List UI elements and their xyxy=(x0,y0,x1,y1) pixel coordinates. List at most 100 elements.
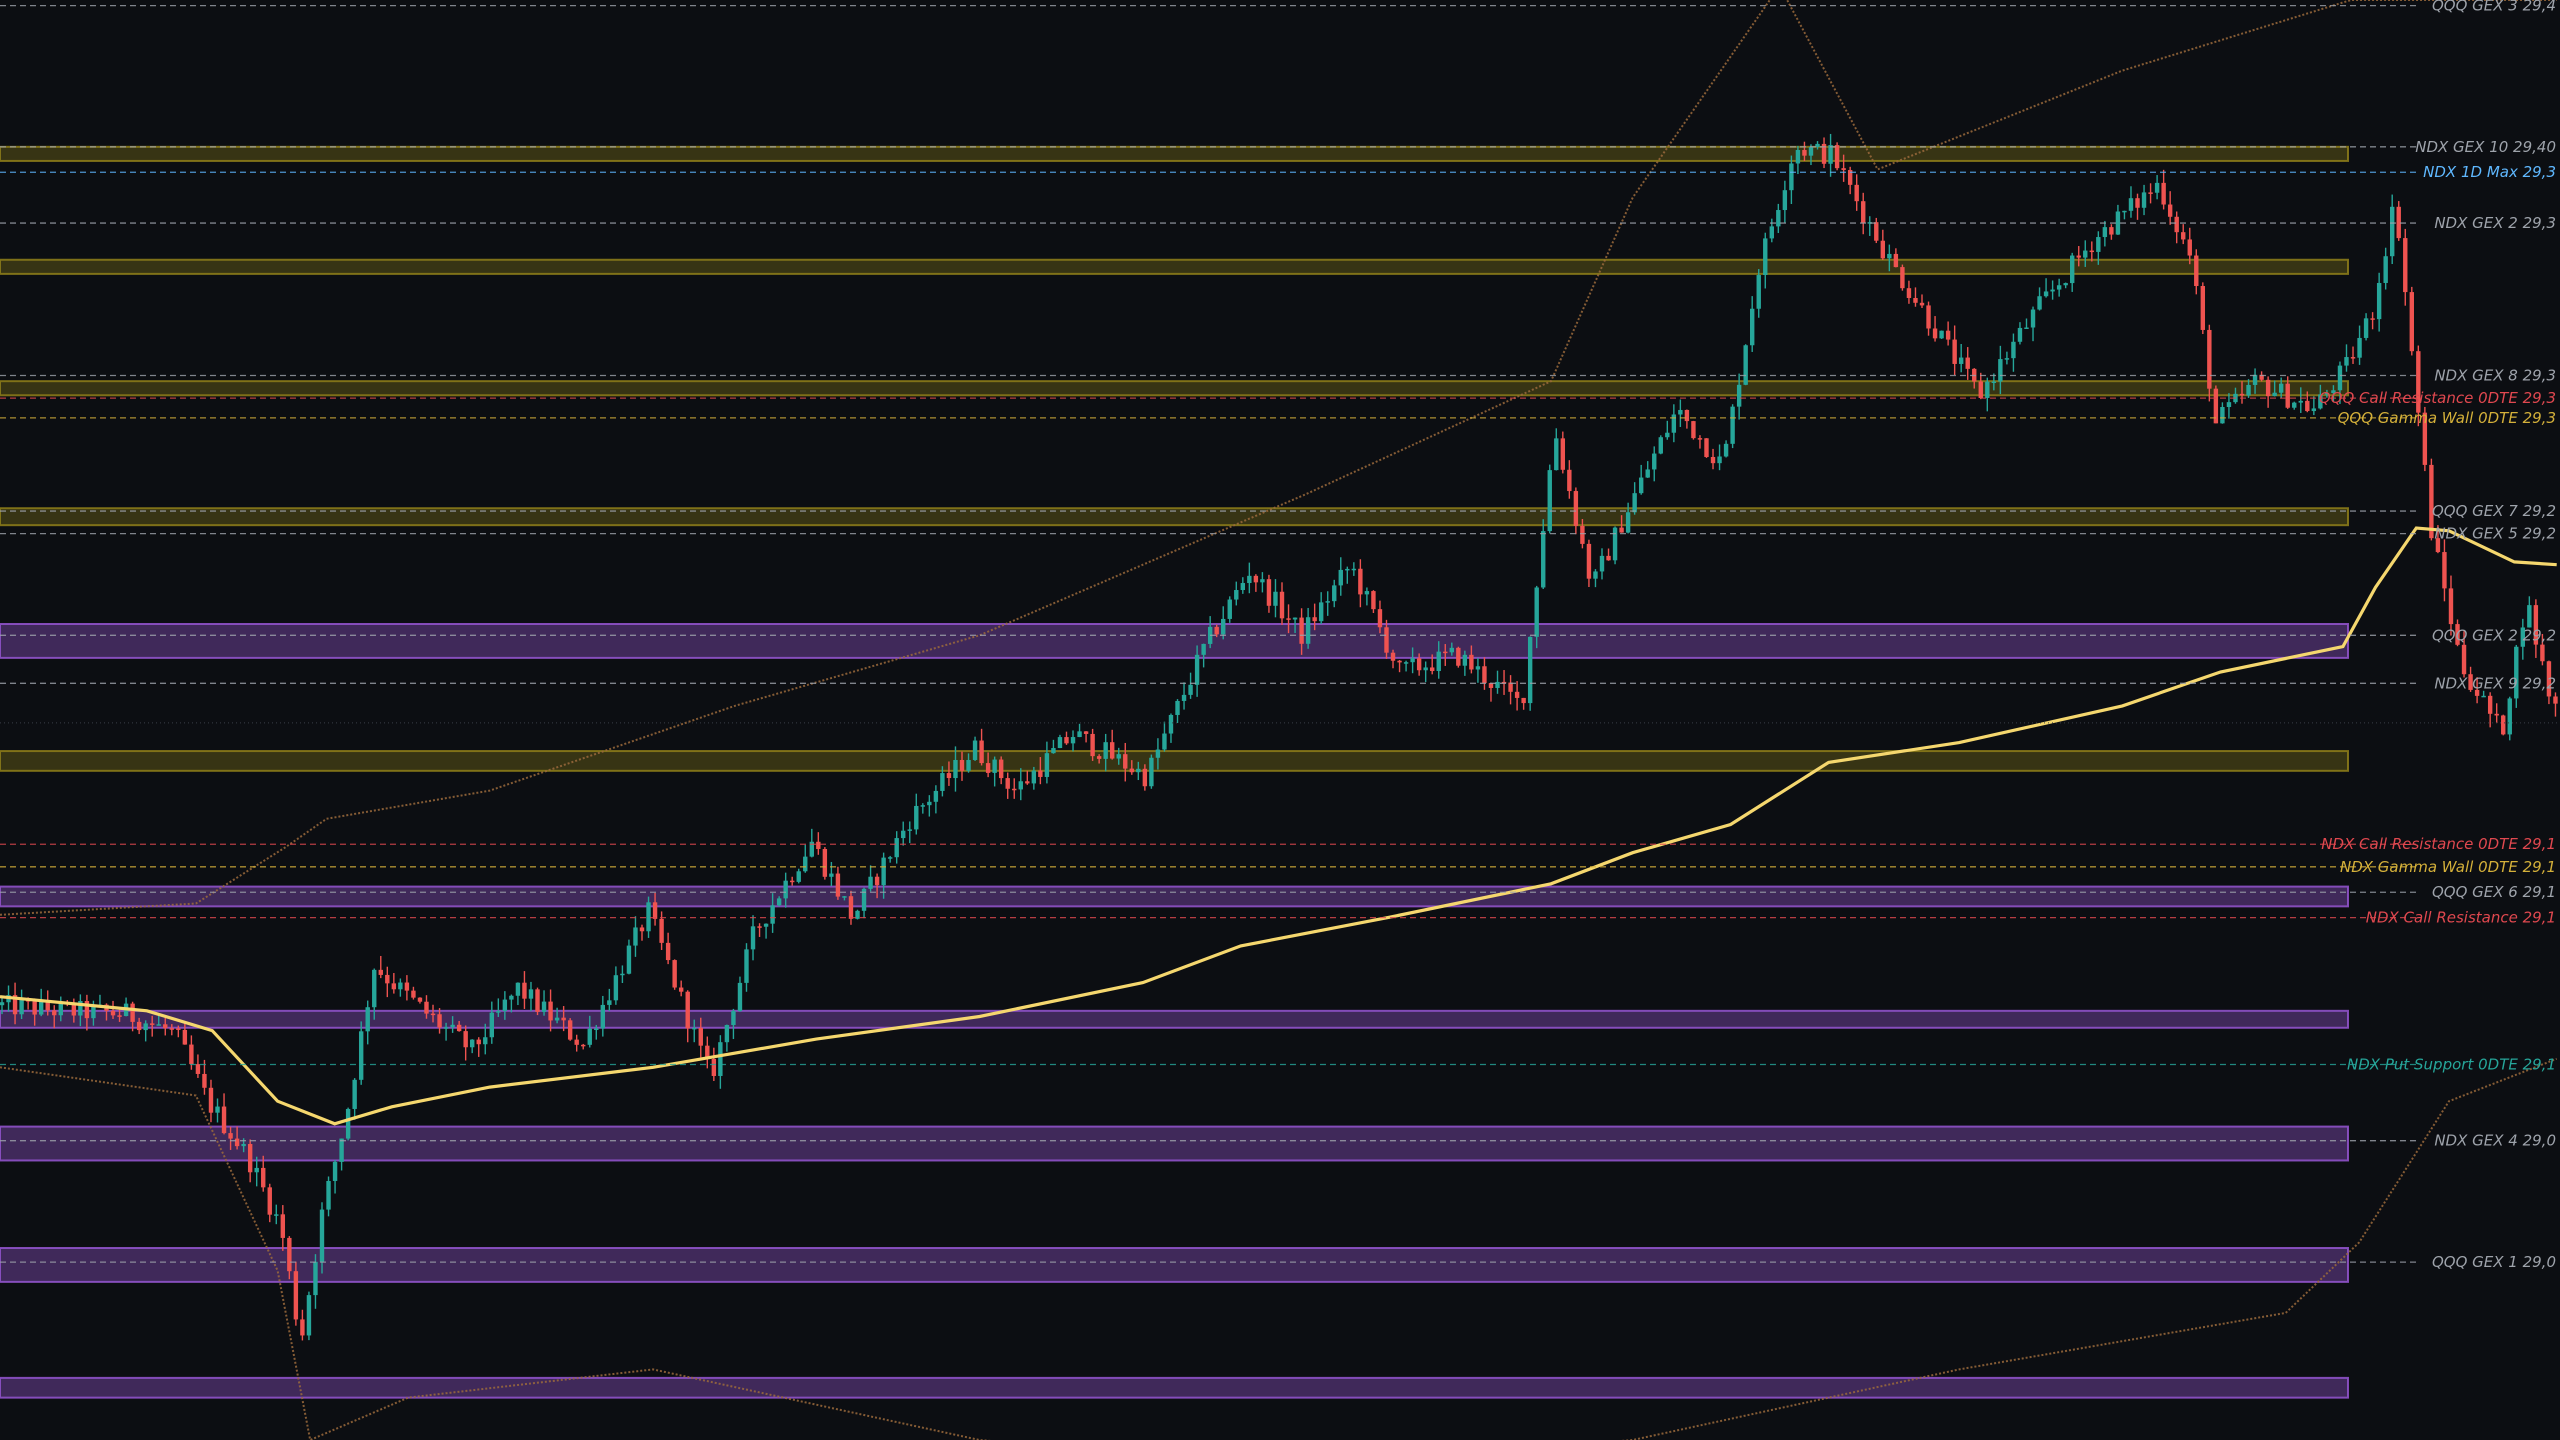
candle-body xyxy=(1070,737,1076,744)
candle-body xyxy=(626,945,632,974)
candle-body xyxy=(1704,438,1709,457)
candle-body xyxy=(1482,666,1487,684)
candle-body xyxy=(1449,647,1454,653)
candle-body xyxy=(1965,357,1970,369)
candle-body xyxy=(1286,618,1291,620)
candle-body xyxy=(1142,768,1148,787)
candle-body xyxy=(1129,768,1134,773)
candle-body xyxy=(796,871,801,882)
candle-body xyxy=(463,1031,468,1048)
candle-body xyxy=(385,974,390,984)
candle-body xyxy=(1456,647,1461,666)
candle-body xyxy=(1678,409,1683,415)
candle-body xyxy=(535,989,540,1012)
candle-body xyxy=(1593,571,1598,579)
candle-body xyxy=(1586,543,1592,579)
level-label: NDX GEX 4 29,0 xyxy=(2434,1132,2556,1150)
candle-body xyxy=(822,848,828,877)
candle-body xyxy=(2442,552,2447,589)
candle-body xyxy=(443,1027,449,1029)
candle-body xyxy=(1110,742,1115,759)
candle-body xyxy=(326,1180,331,1210)
candle-body xyxy=(189,1044,194,1065)
candle-body xyxy=(156,1024,161,1026)
candle-body xyxy=(2501,715,2506,735)
candle-body xyxy=(71,1003,77,1016)
level-label: NDX GEX 9 29,2 xyxy=(2434,674,2556,692)
candle-body xyxy=(2370,318,2375,320)
candle-body xyxy=(561,1017,566,1021)
candle-body xyxy=(1371,591,1376,610)
candle-body xyxy=(659,918,664,943)
candle-body xyxy=(2337,365,2343,391)
candle-body xyxy=(1665,432,1670,438)
candle-body xyxy=(2089,250,2094,253)
candle-body xyxy=(1416,658,1422,671)
zone-gold-2 xyxy=(0,380,2349,397)
candle-body xyxy=(2265,379,2271,397)
candle-body xyxy=(2148,192,2153,194)
candle-body xyxy=(1292,617,1298,620)
candle-body xyxy=(1443,651,1448,654)
candle-body xyxy=(639,927,645,932)
candle-body xyxy=(2030,309,2036,328)
candle-body xyxy=(2096,237,2101,252)
candle-body xyxy=(620,973,625,976)
candle-body xyxy=(502,999,508,1012)
candle-body xyxy=(1031,770,1037,784)
candle-body xyxy=(332,1161,338,1181)
candle-body xyxy=(450,1024,455,1028)
candle-body xyxy=(1978,381,1983,399)
zone-purple-6 xyxy=(0,885,2349,908)
candle-body xyxy=(1952,339,1957,364)
level-label: NDX Gamma Wall 0DTE 29,1 xyxy=(2340,858,2556,876)
candle-body xyxy=(953,759,958,779)
candle-body xyxy=(234,1138,240,1147)
candle-body xyxy=(1325,601,1330,603)
candle-body xyxy=(1580,525,1585,544)
candle-body xyxy=(182,1029,188,1045)
candle-body xyxy=(1691,421,1696,439)
candle-body xyxy=(2083,250,2088,258)
candle-body xyxy=(280,1214,286,1238)
candle-body xyxy=(1475,666,1481,670)
candle-body xyxy=(1423,667,1428,671)
candle-body xyxy=(678,987,684,992)
candle-body xyxy=(1645,469,1650,478)
candle-body xyxy=(1880,240,1886,259)
candle-body xyxy=(979,740,984,764)
candle-body xyxy=(274,1214,279,1216)
candle-body xyxy=(1279,591,1285,619)
candle-body xyxy=(574,1039,579,1045)
candle-body xyxy=(1253,575,1259,583)
level-label: NDX Call Resistance 0DTE 29,1 xyxy=(2321,835,2556,853)
candle-body xyxy=(790,880,795,883)
candle-body xyxy=(1260,579,1265,583)
candle-body xyxy=(509,995,514,1000)
candle-body xyxy=(594,1028,599,1031)
candle-body xyxy=(130,1003,135,1022)
candle-body xyxy=(2004,358,2010,360)
level-label: QQQ GEX 1 29,0 xyxy=(2432,1253,2556,1271)
candle-body xyxy=(2037,296,2042,310)
candle-body xyxy=(718,1042,723,1076)
candle-body xyxy=(287,1237,292,1272)
candle-body xyxy=(1305,617,1311,644)
candle-body xyxy=(1697,438,1703,440)
candle-body xyxy=(1221,618,1226,635)
candle-body xyxy=(554,1017,560,1021)
candle-body xyxy=(1358,568,1363,595)
candle-body xyxy=(581,1044,586,1047)
candle-body xyxy=(208,1087,214,1113)
candle-body xyxy=(143,1023,148,1031)
candle-body xyxy=(470,1039,475,1048)
candle-body xyxy=(1750,308,1755,346)
candle-body xyxy=(1795,150,1801,164)
candle-body xyxy=(1364,591,1370,595)
candle-body xyxy=(1789,163,1794,191)
candle-body xyxy=(2050,289,2055,292)
candle-body xyxy=(1123,754,1128,769)
price-chart[interactable]: QQQ GEX 3 29,4 NDX GEX 10 29,40 NDX 1D Max… xyxy=(0,0,2560,1440)
candle-body xyxy=(430,1013,436,1016)
candle-body xyxy=(2461,644,2467,675)
